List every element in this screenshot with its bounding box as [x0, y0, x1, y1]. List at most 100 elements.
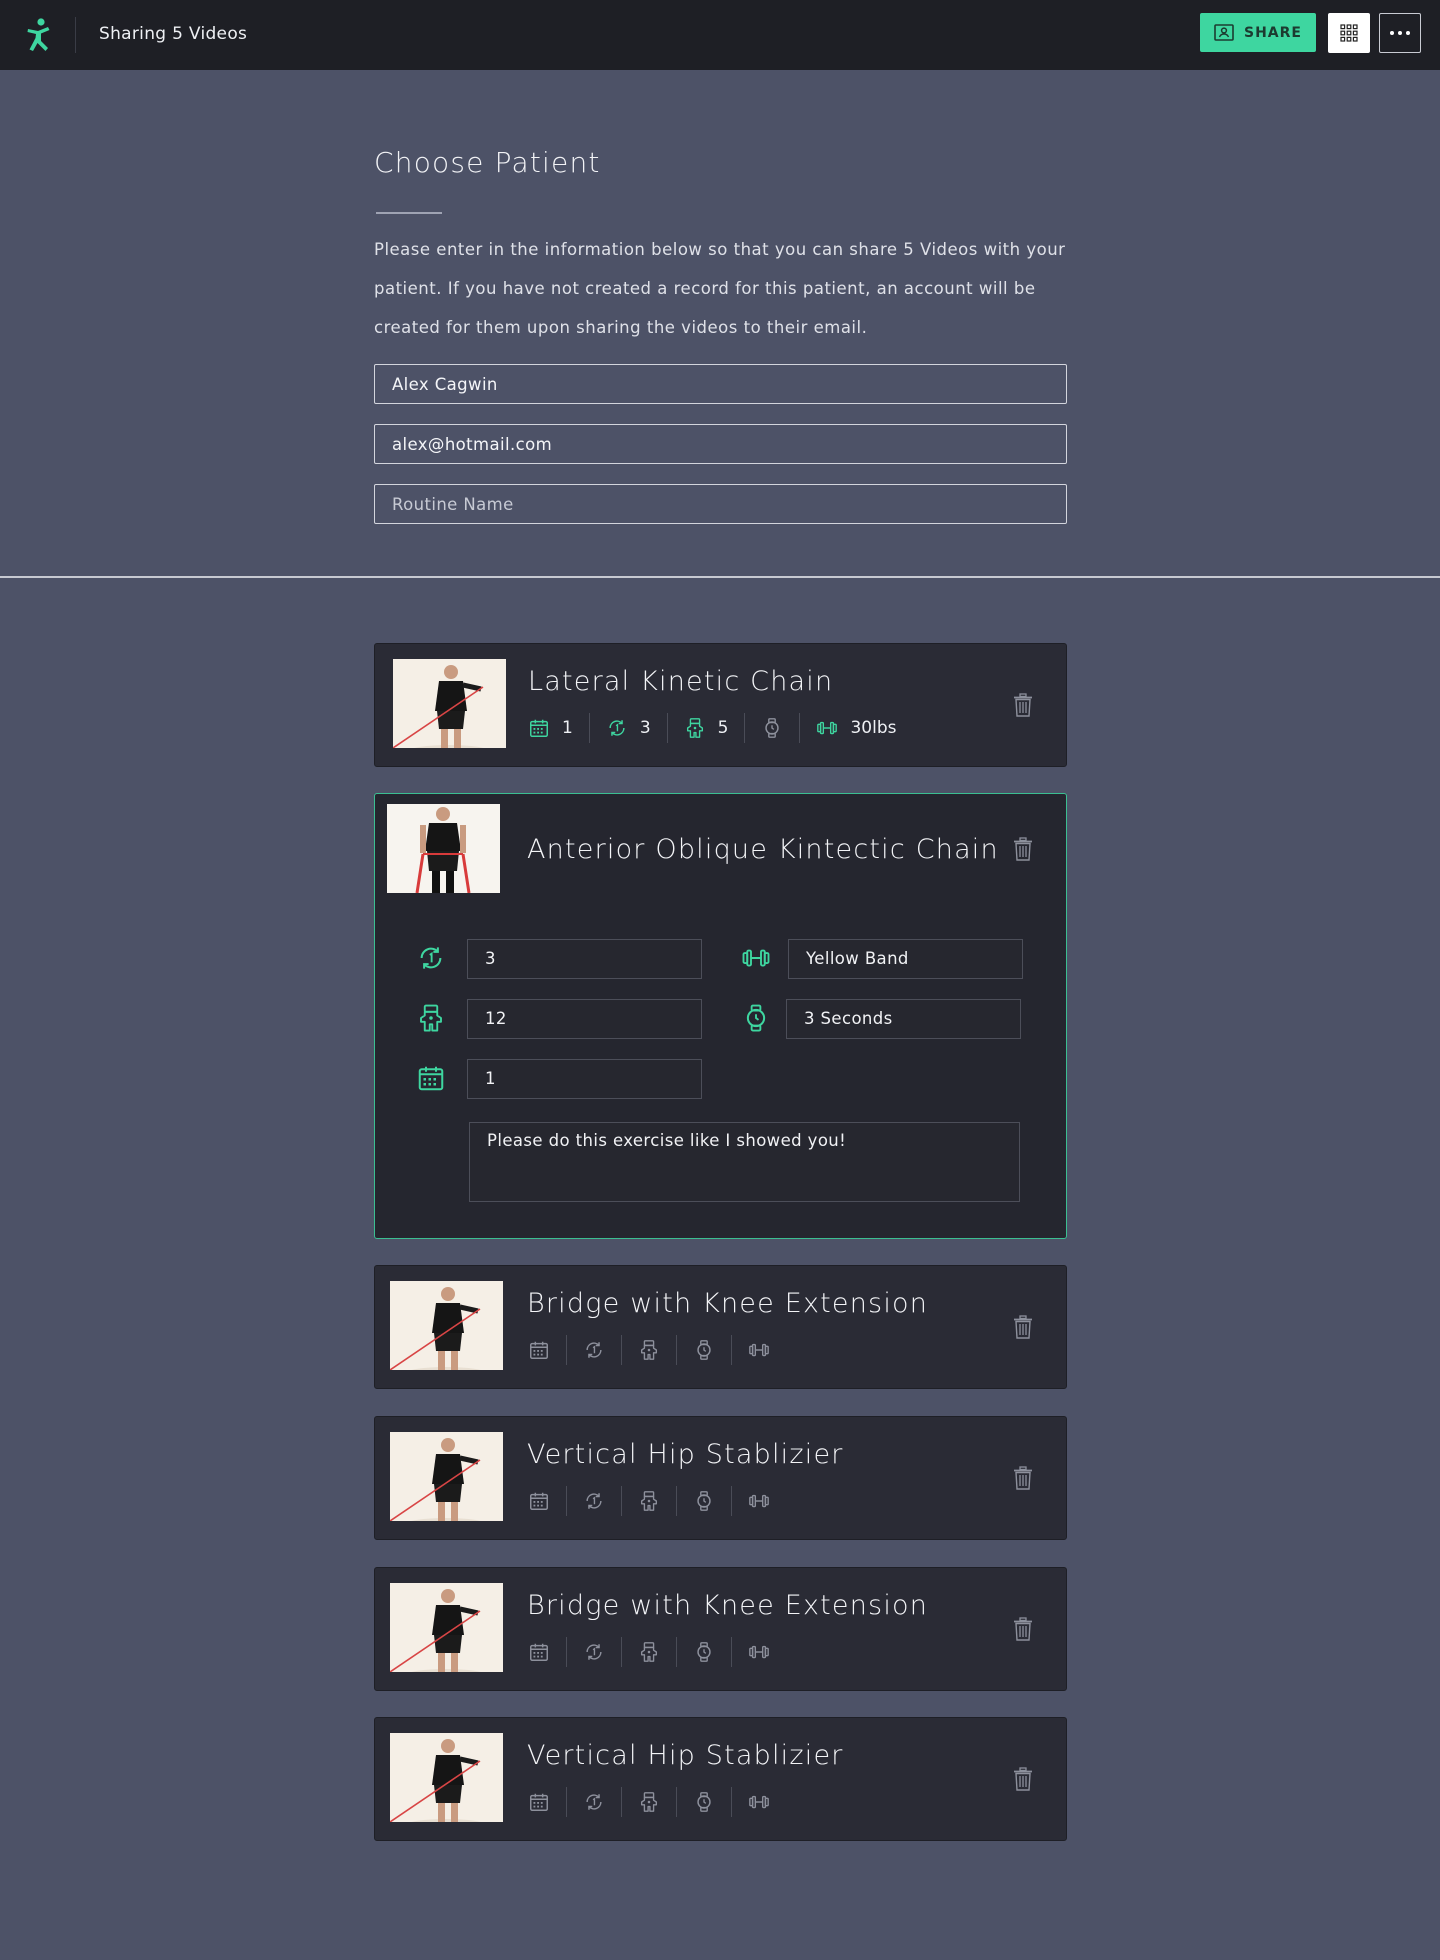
sets-value: 3 — [639, 718, 651, 738]
stopwatch-icon — [741, 1003, 771, 1033]
sets-icon — [583, 1490, 605, 1512]
dumbbell-icon — [748, 1339, 770, 1361]
meta-days: 1 — [528, 713, 589, 743]
patient-name-input[interactable] — [374, 364, 1067, 404]
sets-input[interactable]: 3 — [467, 939, 702, 979]
trash-icon[interactable] — [1013, 1315, 1033, 1339]
days-value: 1 — [562, 718, 573, 738]
reps-value: 5 — [717, 718, 729, 738]
trash-icon[interactable] — [1013, 693, 1033, 717]
dumbbell-icon — [748, 1641, 770, 1663]
meta-weight — [731, 1486, 786, 1516]
video-title: Vertical Hip Stablizier — [527, 1740, 844, 1771]
video-title: Vertical Hip Stablizier — [527, 1439, 844, 1470]
stopwatch-icon — [693, 1339, 715, 1361]
video-card[interactable]: Lateral Kinetic Chain 1 3 5 30lbs — [374, 643, 1067, 767]
video-title: Lateral Kinetic Chain — [528, 666, 834, 697]
video-title: Bridge with Knee Extension — [527, 1590, 929, 1621]
video-thumbnail[interactable] — [390, 1583, 503, 1672]
dumbbell-icon — [748, 1791, 770, 1813]
stopwatch-icon — [693, 1791, 715, 1813]
share-contact-icon — [1214, 24, 1234, 41]
meta-weight: 30lbs — [799, 713, 912, 743]
calendar-icon — [528, 1791, 550, 1813]
dumbbell-icon — [748, 1490, 770, 1512]
section-divider — [0, 576, 1440, 578]
meta-days — [528, 1486, 566, 1516]
form-heading: Choose Patient — [374, 146, 601, 179]
patient-email-input[interactable] — [374, 424, 1067, 464]
trash-icon[interactable] — [1013, 837, 1033, 861]
video-thumbnail[interactable] — [393, 659, 506, 748]
reps-icon — [684, 717, 706, 739]
stopwatch-icon — [761, 717, 783, 739]
video-card-expanded[interactable]: Anterior Oblique Kintectic Chain 3 Yello… — [374, 793, 1067, 1239]
video-card[interactable]: Vertical Hip Stablizier — [374, 1416, 1067, 1540]
grid-view-button[interactable] — [1328, 13, 1370, 53]
share-button-label: SHARE — [1244, 24, 1302, 41]
more-options-button[interactable] — [1379, 13, 1421, 53]
page-title: Sharing 5 Videos — [99, 24, 248, 44]
form-description: Please enter in the information below so… — [374, 240, 1066, 337]
meta-weight — [731, 1335, 786, 1365]
meta-days — [528, 1335, 566, 1365]
share-button[interactable]: SHARE — [1200, 13, 1316, 52]
meta-hold — [744, 713, 799, 743]
dumbbell-icon — [816, 717, 838, 739]
video-card[interactable]: Vertical Hip Stablizier — [374, 1717, 1067, 1841]
meta-sets — [566, 1787, 621, 1817]
reps-input[interactable]: 12 — [467, 999, 702, 1039]
meta-reps — [621, 1637, 676, 1667]
meta-hold — [676, 1486, 731, 1516]
meta-sets: 3 — [588, 713, 667, 743]
meta-hold — [676, 1637, 731, 1667]
more-dot-icon — [1390, 31, 1394, 35]
meta-reps — [621, 1787, 676, 1817]
meta-hold — [676, 1335, 731, 1365]
trash-icon[interactable] — [1013, 1466, 1033, 1490]
video-meta: 1 3 5 30lbs — [528, 713, 913, 743]
meta-weight — [731, 1787, 786, 1817]
routine-name-input[interactable] — [374, 484, 1067, 524]
reps-icon — [638, 1791, 660, 1813]
sets-icon — [606, 717, 628, 739]
video-card[interactable]: Bridge with Knee Extension — [374, 1567, 1067, 1691]
app-logo-icon[interactable] — [24, 18, 56, 52]
video-thumbnail[interactable] — [387, 804, 500, 893]
video-thumbnail[interactable] — [390, 1432, 503, 1521]
top-bar: Sharing 5 Videos SHARE — [0, 0, 1440, 70]
meta-days — [528, 1787, 566, 1817]
sets-icon — [416, 943, 446, 973]
sets-icon — [583, 1339, 605, 1361]
reps-icon — [638, 1641, 660, 1663]
video-thumbnail[interactable] — [390, 1733, 503, 1822]
calendar-icon — [528, 1490, 550, 1512]
grid-icon — [1340, 24, 1358, 42]
video-card[interactable]: Bridge with Knee Extension — [374, 1265, 1067, 1389]
video-meta — [528, 1787, 786, 1817]
meta-sets — [566, 1486, 621, 1516]
meta-sets — [566, 1335, 621, 1365]
meta-sets — [566, 1637, 621, 1667]
calendar-icon — [528, 1641, 550, 1663]
trash-icon[interactable] — [1013, 1767, 1033, 1791]
more-dot-icon — [1398, 31, 1402, 35]
heading-underline — [376, 212, 442, 214]
header-divider — [75, 17, 76, 53]
notes-textarea[interactable]: Please do this exercise like I showed yo… — [469, 1122, 1020, 1202]
video-thumbnail[interactable] — [390, 1281, 503, 1370]
resistance-input[interactable]: Yellow Band — [788, 939, 1023, 979]
meta-reps — [621, 1486, 676, 1516]
hold-input[interactable]: 3 Seconds — [786, 999, 1021, 1039]
meta-hold — [676, 1787, 731, 1817]
calendar-icon — [528, 1339, 550, 1361]
video-meta — [528, 1335, 786, 1365]
sets-icon — [583, 1641, 605, 1663]
video-meta — [528, 1486, 786, 1516]
meta-days — [528, 1637, 566, 1667]
stopwatch-icon — [693, 1490, 715, 1512]
trash-icon[interactable] — [1013, 1617, 1033, 1641]
days-input[interactable]: 1 — [467, 1059, 702, 1099]
reps-icon — [638, 1490, 660, 1512]
stopwatch-icon — [693, 1641, 715, 1663]
